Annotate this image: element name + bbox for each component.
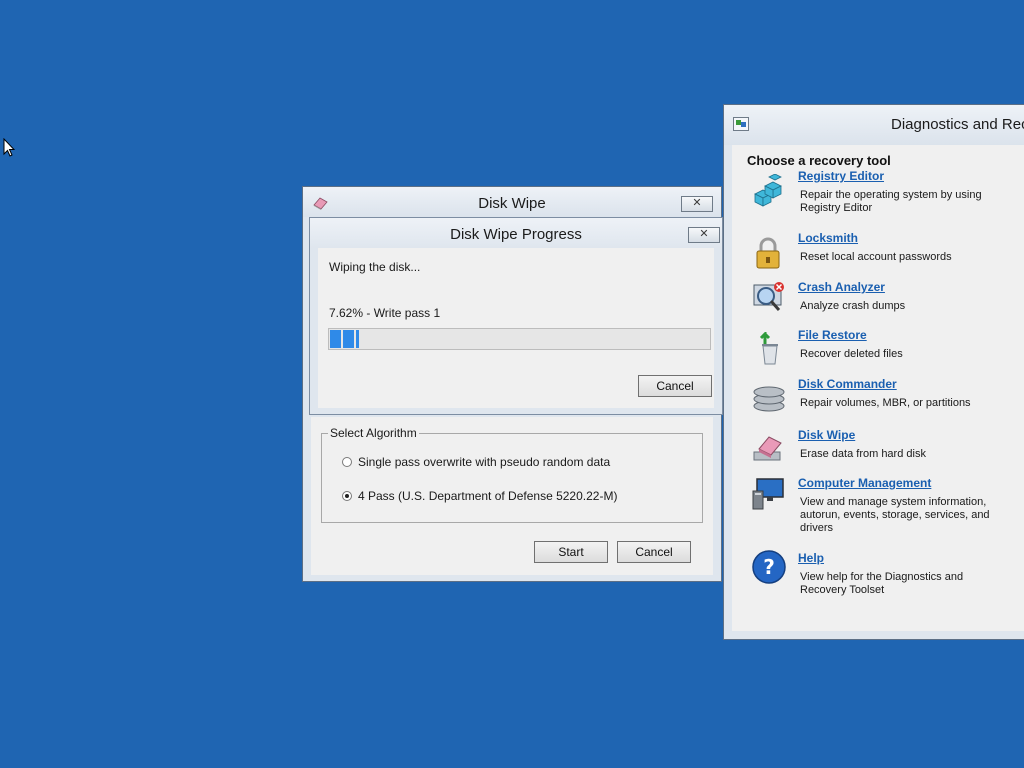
tool-link-crash-analyzer[interactable]: Crash Analyzer	[798, 280, 885, 294]
help-icon: ?	[752, 550, 786, 584]
progress-client-area: Wiping the disk... 7.62% - Write pass 1 …	[318, 248, 714, 408]
tool-link-computer-management[interactable]: Computer Management	[798, 476, 931, 490]
tool-link-file-restore[interactable]: File Restore	[798, 328, 867, 342]
progress-status-text: Wiping the disk...	[329, 260, 421, 274]
tool-link-registry-editor[interactable]: Registry Editor	[798, 169, 884, 183]
mouse-cursor-icon	[3, 138, 15, 157]
tool-link-locksmith[interactable]: Locksmith	[798, 231, 858, 245]
start-button[interactable]: Start	[534, 541, 608, 563]
tool-link-disk-wipe[interactable]: Disk Wipe	[798, 428, 855, 442]
progress-detail-text: 7.62% - Write pass 1	[329, 306, 441, 320]
algorithm-group-label: Select Algorithm	[328, 426, 419, 440]
option-single-pass-label: Single pass overwrite with pseudo random…	[358, 455, 611, 469]
toolset-icon	[733, 117, 749, 131]
progress-dialog: Disk Wipe Progress ✕ Wiping the disk... …	[309, 217, 723, 415]
computer-management-icon	[752, 478, 784, 510]
tool-desc-disk-commander: Repair volumes, MBR, or partitions	[800, 397, 971, 409]
tool-desc-disk-wipe: Erase data from hard disk	[800, 448, 926, 460]
option-four-pass-label: 4 Pass (U.S. Department of Defense 5220.…	[358, 489, 618, 503]
tool-desc-file-restore: Recover deleted files	[800, 348, 903, 360]
crash-analyzer-icon	[753, 282, 784, 311]
diagnostics-title: Diagnostics and Rec	[891, 116, 1024, 133]
diagnostics-window: Diagnostics and Rec Choose a recovery to…	[723, 104, 1024, 640]
tool-desc-computer-management: View and manage system information, auto…	[800, 496, 990, 534]
file-restore-icon	[759, 332, 778, 365]
padlock-icon	[756, 237, 780, 269]
cancel-button[interactable]: Cancel	[617, 541, 691, 563]
tool-link-help[interactable]: Help	[798, 551, 824, 565]
diagnostics-client-area: Choose a recovery tool Registry Editor R…	[732, 145, 1024, 631]
disk-stack-icon	[753, 386, 785, 412]
algorithm-groupbox: Select Algorithm Single pass overwrite w…	[321, 426, 703, 523]
progress-bar	[328, 328, 711, 350]
option-four-pass[interactable]: 4 Pass (U.S. Department of Defense 5220.…	[342, 489, 617, 503]
progress-cancel-button[interactable]: Cancel	[638, 375, 712, 397]
choose-tool-heading: Choose a recovery tool	[747, 153, 891, 168]
progress-close-button[interactable]: ✕	[688, 227, 720, 243]
tool-desc-crash-analyzer: Analyze crash dumps	[800, 300, 906, 312]
disk-wipe-close-button[interactable]: ✕	[681, 196, 713, 212]
option-single-pass[interactable]: Single pass overwrite with pseudo random…	[342, 455, 610, 469]
radio-button-single-pass[interactable]	[342, 457, 352, 467]
progress-title: Disk Wipe Progress	[450, 226, 582, 243]
radio-button-four-pass[interactable]	[342, 491, 352, 501]
registry-icon	[754, 174, 782, 207]
tool-desc-help: View help for the Diagnostics and Recove…	[800, 571, 964, 596]
eraser-icon	[753, 436, 782, 461]
disk-wipe-title: Disk Wipe	[478, 195, 546, 212]
svg-text:?: ?	[763, 555, 775, 579]
tool-link-disk-commander[interactable]: Disk Commander	[798, 377, 897, 391]
progress-bar-fill	[330, 330, 359, 348]
tool-desc-registry-editor: Repair the operating system by using Reg…	[800, 189, 982, 214]
tool-desc-locksmith: Reset local account passwords	[800, 251, 952, 263]
